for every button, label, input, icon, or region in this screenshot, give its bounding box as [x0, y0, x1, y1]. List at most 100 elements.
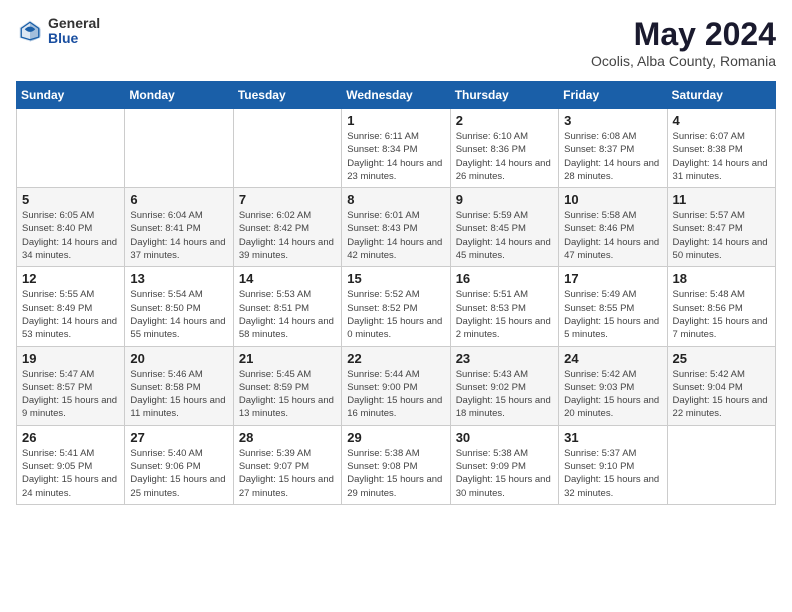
weekday-header: Sunday: [17, 82, 125, 109]
day-info: Sunrise: 5:49 AM Sunset: 8:55 PM Dayligh…: [564, 288, 661, 341]
day-number: 4: [673, 113, 770, 128]
calendar-day-cell: 29 Sunrise: 5:38 AM Sunset: 9:08 PM Dayli…: [342, 425, 450, 504]
calendar-day-cell: 16Sunrise: 5:51 AM Sunset: 8:53 PM Dayli…: [450, 267, 558, 346]
calendar-day-cell: 17 Sunrise: 5:49 AM Sunset: 8:55 PM Dayli…: [559, 267, 667, 346]
title-location: Ocolis, Alba County, Romania: [591, 53, 776, 69]
day-info: Sunrise: 5:40 AM Sunset: 9:06 PM Dayligh…: [130, 447, 227, 500]
day-info: Sunrise: 6:02 AM Sunset: 8:42 PM Dayligh…: [239, 209, 336, 262]
day-info: Sunrise: 5:41 AM Sunset: 9:05 PM Dayligh…: [22, 447, 119, 500]
calendar-day-cell: 1 Sunrise: 6:11 AM Sunset: 8:34 PM Daylig…: [342, 109, 450, 188]
day-info: Sunrise: 6:07 AM Sunset: 8:38 PM Dayligh…: [673, 130, 770, 183]
day-info: Sunrise: 5:58 AM Sunset: 8:46 PM Dayligh…: [564, 209, 661, 262]
calendar-day-cell: [125, 109, 233, 188]
day-info: Sunrise: 6:04 AM Sunset: 8:41 PM Dayligh…: [130, 209, 227, 262]
day-number: 30: [456, 430, 553, 445]
day-number: 11: [673, 192, 770, 207]
day-number: 5: [22, 192, 119, 207]
day-number: 20: [130, 351, 227, 366]
day-info: Sunrise: 6:01 AM Sunset: 8:43 PM Dayligh…: [347, 209, 444, 262]
day-info: Sunrise: 5:42 AM Sunset: 9:03 PM Dayligh…: [564, 368, 661, 421]
calendar-day-cell: 22 Sunrise: 5:44 AM Sunset: 9:00 PM Dayli…: [342, 346, 450, 425]
calendar-week-row: 26 Sunrise: 5:41 AM Sunset: 9:05 PM Dayli…: [17, 425, 776, 504]
calendar-week-row: 12 Sunrise: 5:55 AM Sunset: 8:49 PM Dayli…: [17, 267, 776, 346]
calendar-day-cell: 7 Sunrise: 6:02 AM Sunset: 8:42 PM Daylig…: [233, 188, 341, 267]
day-info: Sunrise: 5:44 AM Sunset: 9:00 PM Dayligh…: [347, 368, 444, 421]
title-block: May 2024 Ocolis, Alba County, Romania: [591, 16, 776, 69]
logo-general: General: [48, 16, 100, 31]
calendar-day-cell: 30 Sunrise: 5:38 AM Sunset: 9:09 PM Dayli…: [450, 425, 558, 504]
day-info: Sunrise: 6:10 AM Sunset: 8:36 PM Dayligh…: [456, 130, 553, 183]
day-number: 3: [564, 113, 661, 128]
day-number: 14: [239, 271, 336, 286]
day-number: 15: [347, 271, 444, 286]
day-info: Sunrise: 5:55 AM Sunset: 8:49 PM Dayligh…: [22, 288, 119, 341]
day-number: 6: [130, 192, 227, 207]
day-info: Sunrise: 5:53 AM Sunset: 8:51 PM Dayligh…: [239, 288, 336, 341]
day-number: 19: [22, 351, 119, 366]
day-info: Sunrise: 5:38 AM Sunset: 9:08 PM Dayligh…: [347, 447, 444, 500]
calendar-day-cell: 8Sunrise: 6:01 AM Sunset: 8:43 PM Daylig…: [342, 188, 450, 267]
day-number: 23: [456, 351, 553, 366]
day-info: Sunrise: 5:57 AM Sunset: 8:47 PM Dayligh…: [673, 209, 770, 262]
calendar-day-cell: 4 Sunrise: 6:07 AM Sunset: 8:38 PM Daylig…: [667, 109, 775, 188]
day-info: Sunrise: 5:48 AM Sunset: 8:56 PM Dayligh…: [673, 288, 770, 341]
logo-text: General Blue: [48, 16, 100, 47]
title-month: May 2024: [591, 16, 776, 53]
day-info: Sunrise: 5:51 AM Sunset: 8:53 PM Dayligh…: [456, 288, 553, 341]
calendar-day-cell: 23 Sunrise: 5:43 AM Sunset: 9:02 PM Dayli…: [450, 346, 558, 425]
calendar-week-row: 1 Sunrise: 6:11 AM Sunset: 8:34 PM Daylig…: [17, 109, 776, 188]
day-info: Sunrise: 5:38 AM Sunset: 9:09 PM Dayligh…: [456, 447, 553, 500]
day-number: 29: [347, 430, 444, 445]
day-info: Sunrise: 5:54 AM Sunset: 8:50 PM Dayligh…: [130, 288, 227, 341]
calendar-day-cell: 14 Sunrise: 5:53 AM Sunset: 8:51 PM Dayli…: [233, 267, 341, 346]
calendar-day-cell: 24 Sunrise: 5:42 AM Sunset: 9:03 PM Dayli…: [559, 346, 667, 425]
calendar-day-cell: 26 Sunrise: 5:41 AM Sunset: 9:05 PM Dayli…: [17, 425, 125, 504]
logo: General Blue: [16, 16, 100, 47]
calendar-day-cell: 5Sunrise: 6:05 AM Sunset: 8:40 PM Daylig…: [17, 188, 125, 267]
calendar-day-cell: 19Sunrise: 5:47 AM Sunset: 8:57 PM Dayli…: [17, 346, 125, 425]
day-info: Sunrise: 5:59 AM Sunset: 8:45 PM Dayligh…: [456, 209, 553, 262]
calendar-day-cell: [233, 109, 341, 188]
weekday-header: Tuesday: [233, 82, 341, 109]
day-info: Sunrise: 5:37 AM Sunset: 9:10 PM Dayligh…: [564, 447, 661, 500]
day-number: 31: [564, 430, 661, 445]
logo-icon: [16, 17, 44, 45]
calendar-day-cell: 11 Sunrise: 5:57 AM Sunset: 8:47 PM Dayli…: [667, 188, 775, 267]
weekday-header: Monday: [125, 82, 233, 109]
calendar-day-cell: [667, 425, 775, 504]
calendar-day-cell: 9 Sunrise: 5:59 AM Sunset: 8:45 PM Daylig…: [450, 188, 558, 267]
day-number: 12: [22, 271, 119, 286]
day-number: 17: [564, 271, 661, 286]
calendar-day-cell: 18 Sunrise: 5:48 AM Sunset: 8:56 PM Dayli…: [667, 267, 775, 346]
calendar-day-cell: 27 Sunrise: 5:40 AM Sunset: 9:06 PM Dayli…: [125, 425, 233, 504]
day-number: 25: [673, 351, 770, 366]
day-number: 21: [239, 351, 336, 366]
calendar-day-cell: 15 Sunrise: 5:52 AM Sunset: 8:52 PM Dayli…: [342, 267, 450, 346]
calendar-day-cell: 25 Sunrise: 5:42 AM Sunset: 9:04 PM Dayli…: [667, 346, 775, 425]
day-number: 22: [347, 351, 444, 366]
day-info: Sunrise: 5:46 AM Sunset: 8:58 PM Dayligh…: [130, 368, 227, 421]
weekday-header: Wednesday: [342, 82, 450, 109]
day-info: Sunrise: 5:52 AM Sunset: 8:52 PM Dayligh…: [347, 288, 444, 341]
day-number: 24: [564, 351, 661, 366]
calendar-day-cell: 2 Sunrise: 6:10 AM Sunset: 8:36 PM Daylig…: [450, 109, 558, 188]
calendar-week-row: 5Sunrise: 6:05 AM Sunset: 8:40 PM Daylig…: [17, 188, 776, 267]
calendar-header-row: SundayMondayTuesdayWednesdayThursdayFrid…: [17, 82, 776, 109]
calendar-day-cell: 12 Sunrise: 5:55 AM Sunset: 8:49 PM Dayli…: [17, 267, 125, 346]
day-number: 28: [239, 430, 336, 445]
day-number: 13: [130, 271, 227, 286]
day-info: Sunrise: 6:11 AM Sunset: 8:34 PM Dayligh…: [347, 130, 444, 183]
weekday-header: Thursday: [450, 82, 558, 109]
day-number: 18: [673, 271, 770, 286]
day-number: 27: [130, 430, 227, 445]
day-number: 7: [239, 192, 336, 207]
day-info: Sunrise: 5:42 AM Sunset: 9:04 PM Dayligh…: [673, 368, 770, 421]
day-number: 1: [347, 113, 444, 128]
day-number: 9: [456, 192, 553, 207]
page-header: General Blue May 2024 Ocolis, Alba Count…: [16, 16, 776, 69]
calendar-week-row: 19Sunrise: 5:47 AM Sunset: 8:57 PM Dayli…: [17, 346, 776, 425]
day-number: 2: [456, 113, 553, 128]
calendar-day-cell: 13 Sunrise: 5:54 AM Sunset: 8:50 PM Dayli…: [125, 267, 233, 346]
day-info: Sunrise: 5:43 AM Sunset: 9:02 PM Dayligh…: [456, 368, 553, 421]
day-number: 26: [22, 430, 119, 445]
